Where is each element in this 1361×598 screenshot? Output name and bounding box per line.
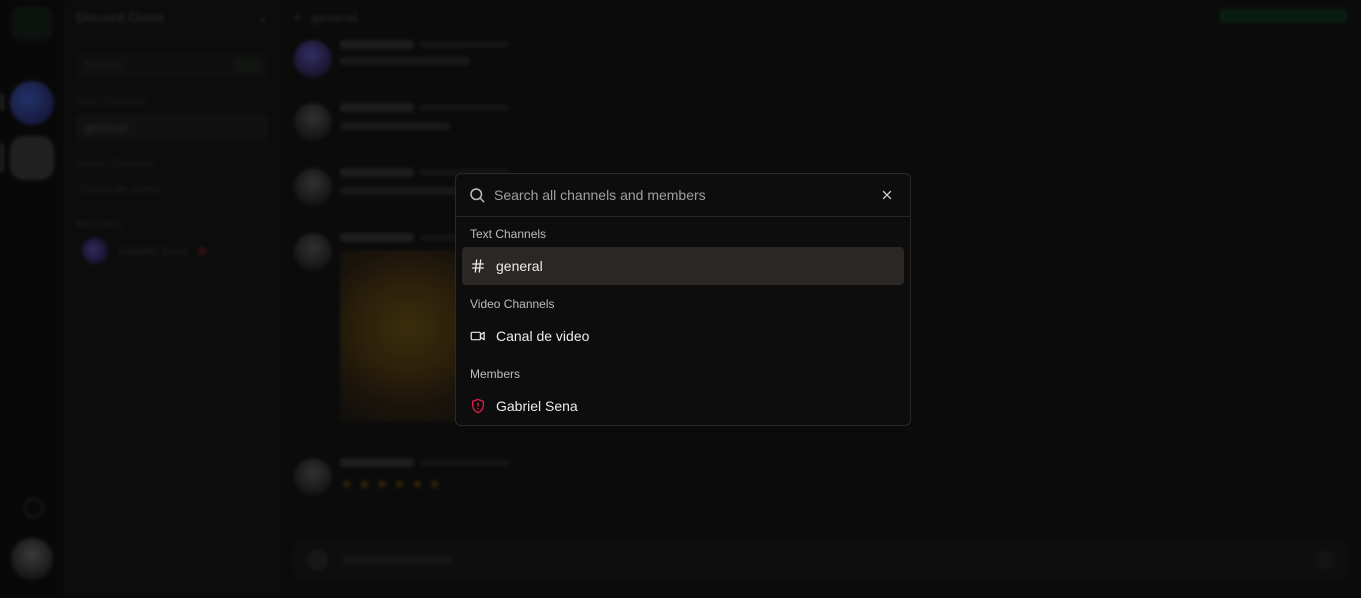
video-icon (470, 328, 486, 344)
result-label: Canal de video (496, 328, 590, 344)
search-icon (470, 188, 485, 203)
close-icon[interactable] (876, 184, 898, 206)
hash-icon (470, 258, 486, 274)
dialog-search-row (456, 174, 910, 217)
result-item-general[interactable]: general (462, 247, 904, 285)
results-list: Text Channels general Video Channels Can… (456, 217, 910, 425)
search-input[interactable] (492, 186, 876, 204)
group-label-video-channels: Video Channels (470, 297, 555, 311)
shield-alert-icon (470, 398, 486, 414)
result-label: general (496, 258, 543, 274)
result-label: Gabriel Sena (496, 398, 578, 414)
result-item-canal-de-video[interactable]: Canal de video (462, 317, 904, 355)
search-dialog: Text Channels general Video Channels Can… (455, 173, 911, 426)
result-item-gabriel-sena[interactable]: Gabriel Sena (462, 387, 904, 425)
group-label-text-channels: Text Channels (470, 227, 547, 241)
group-label-members: Members (470, 367, 521, 381)
